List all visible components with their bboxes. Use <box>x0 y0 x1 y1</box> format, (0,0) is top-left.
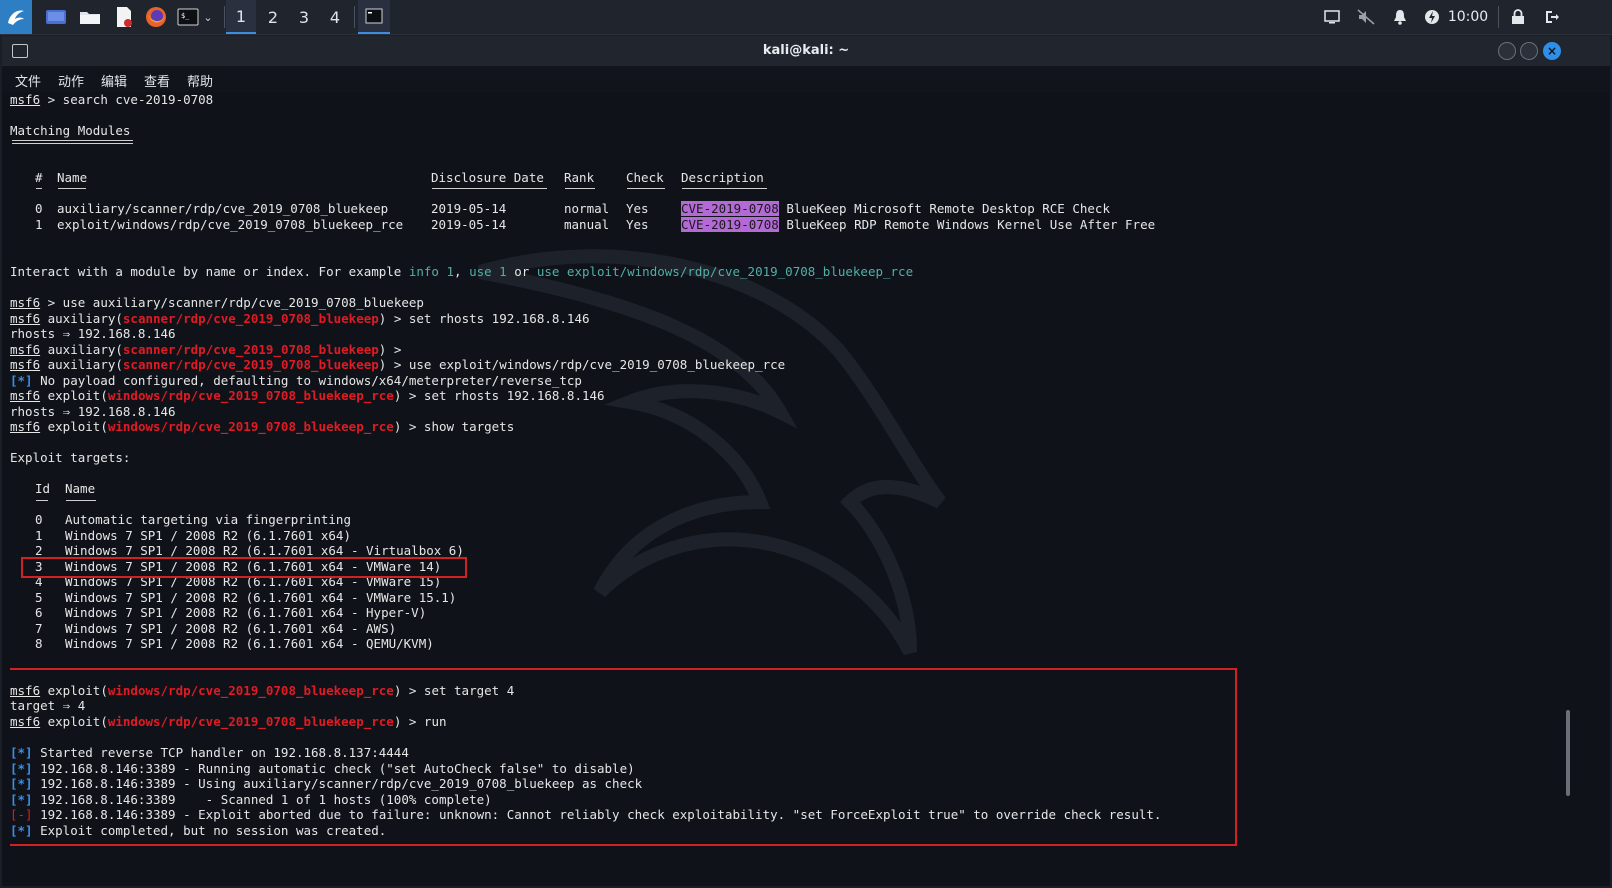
highlight-box-target-3 <box>21 557 467 578</box>
terminal-line: rhosts ⇒ 192.168.8.146 <box>10 404 176 419</box>
maximize-button[interactable] <box>1520 42 1538 60</box>
target-id: 1 <box>35 528 43 543</box>
clock[interactable]: 10:00 <box>1446 0 1490 34</box>
minimize-button[interactable] <box>1498 42 1516 60</box>
terminal-line: msf6 auxiliary(scanner/rdp/cve_2019_0708… <box>10 311 590 326</box>
target-id: 0 <box>35 512 43 527</box>
module-check: Yes <box>626 201 649 216</box>
menu-view[interactable]: 查看 <box>144 71 170 90</box>
terminal-line: rhosts ⇒ 192.168.8.146 <box>10 326 176 341</box>
logout-icon[interactable] <box>1540 0 1564 34</box>
window-titlebar[interactable]: kali@kali: ~ × <box>2 36 1610 66</box>
prompt: msf6 <box>10 92 41 107</box>
module-check: Yes <box>626 217 649 232</box>
col-header-check: Check <box>626 170 664 185</box>
workspace-1[interactable]: 1 <box>226 0 256 34</box>
menubar: 文件 动作 编辑 查看 帮助 <box>2 66 1610 92</box>
close-button[interactable]: × <box>1543 42 1561 60</box>
module-name: auxiliary/scanner/rdp/cve_2019_0708_blue… <box>57 201 389 216</box>
col-header-description: Description <box>681 170 764 185</box>
target-name: Windows 7 SP1 / 2008 R2 (6.1.7601 x64 - … <box>65 590 457 605</box>
matching-modules-heading: Matching Modules <box>10 123 131 138</box>
table-row: 0 <box>35 201 43 217</box>
terminal-line: msf6 exploit(windows/rdp/cve_2019_0708_b… <box>10 388 605 403</box>
menu-actions[interactable]: 动作 <box>58 71 84 90</box>
kali-menu-button[interactable] <box>0 0 32 34</box>
heading-underline <box>12 143 133 144</box>
col-header-name: Name <box>57 170 88 185</box>
cve-highlight: CVE-2019-0708 <box>681 217 779 232</box>
taskbar: $_ ⌄ 1 2 3 4 10:00 <box>0 0 1612 35</box>
terminal-line: msf6 auxiliary(scanner/rdp/cve_2019_0708… <box>10 342 402 357</box>
interact-hint: Interact with a module by name or index.… <box>10 264 914 279</box>
firefox-icon[interactable] <box>144 0 168 34</box>
terminal-output[interactable]: msf6 > search cve-2019-0708 Matching Mod… <box>10 92 1570 882</box>
module-num: 1 <box>35 217 43 232</box>
terminal-window-task[interactable] <box>358 0 390 34</box>
terminal-window: kali@kali: ~ × 文件 动作 编辑 查看 帮助 msf6 > sea… <box>2 36 1610 886</box>
workspace-3[interactable]: 3 <box>289 0 319 34</box>
terminal-line: msf6 exploit(windows/rdp/cve_2019_0708_b… <box>10 419 515 434</box>
target-name: Windows 7 SP1 / 2008 R2 (6.1.7601 x64 - … <box>65 636 434 651</box>
col-header-disclosure: Disclosure Date <box>431 170 544 185</box>
target-name: Windows 7 SP1 / 2008 R2 (6.1.7601 x64) <box>65 528 351 543</box>
terminal-line: msf6 auxiliary(scanner/rdp/cve_2019_0708… <box>10 357 786 372</box>
module-rank: manual <box>564 217 610 232</box>
show-desktop-icon[interactable] <box>44 0 68 34</box>
module-rank: normal <box>564 201 610 216</box>
exploit-targets-heading: Exploit targets: <box>10 450 131 465</box>
file-manager-icon[interactable] <box>78 0 102 34</box>
module-description: CVE-2019-0708 BlueKeep RDP Remote Window… <box>681 217 1156 232</box>
target-name: Automatic targeting via fingerprinting <box>65 512 351 527</box>
module-date: 2019-05-14 <box>431 217 507 232</box>
lock-screen-icon[interactable] <box>1506 0 1530 34</box>
svg-text:$_: $_ <box>181 12 190 20</box>
menu-help[interactable]: 帮助 <box>187 71 213 90</box>
chevron-down-icon[interactable]: ⌄ <box>203 11 212 24</box>
volume-muted-icon[interactable] <box>1354 0 1378 34</box>
terminal-line: msf6 > use auxiliary/scanner/rdp/cve_201… <box>10 295 424 310</box>
targets-col-name: Name <box>65 481 96 496</box>
col-header-rank: Rank <box>564 170 595 185</box>
power-manager-icon[interactable] <box>1420 0 1444 34</box>
workspace-4[interactable]: 4 <box>320 0 350 34</box>
display-icon[interactable] <box>1320 0 1344 34</box>
terminal-line: msf6 > search cve-2019-0708 <box>10 92 213 108</box>
terminal-line: [*] No payload configured, defaulting to… <box>10 373 582 388</box>
kali-logo-icon <box>8 10 24 25</box>
menu-file[interactable]: 文件 <box>15 71 41 90</box>
module-date: 2019-05-14 <box>431 201 507 216</box>
target-name: Windows 7 SP1 / 2008 R2 (6.1.7601 x64 - … <box>65 621 397 636</box>
cve-highlight: CVE-2019-0708 <box>681 201 779 216</box>
window-title: kali@kali: ~ <box>762 43 850 58</box>
table-row: 1 <box>35 217 43 233</box>
target-id: 7 <box>35 621 43 636</box>
highlight-box-run-output <box>10 668 1237 846</box>
module-description: CVE-2019-0708 BlueKeep Microsoft Remote … <box>681 201 1110 216</box>
target-id: 8 <box>35 636 43 651</box>
terminal-scrollbar[interactable] <box>1566 710 1570 796</box>
text-editor-icon[interactable] <box>112 0 136 34</box>
menu-edit[interactable]: 编辑 <box>101 71 127 90</box>
module-name: exploit/windows/rdp/cve_2019_0708_blueke… <box>57 217 404 232</box>
targets-col-id: Id <box>35 481 51 496</box>
target-name: Windows 7 SP1 / 2008 R2 (6.1.7601 x64 - … <box>65 605 427 620</box>
target-id: 6 <box>35 605 43 620</box>
module-num: 0 <box>35 201 43 216</box>
command: > search cve-2019-0708 <box>40 92 214 107</box>
notifications-bell-icon[interactable] <box>1388 0 1412 34</box>
col-header-num: # <box>35 170 43 185</box>
heading-underline <box>12 140 133 141</box>
terminal-launcher-icon[interactable]: $_ ⌄ <box>172 0 218 34</box>
workspace-2[interactable]: 2 <box>258 0 288 34</box>
target-id: 5 <box>35 590 43 605</box>
